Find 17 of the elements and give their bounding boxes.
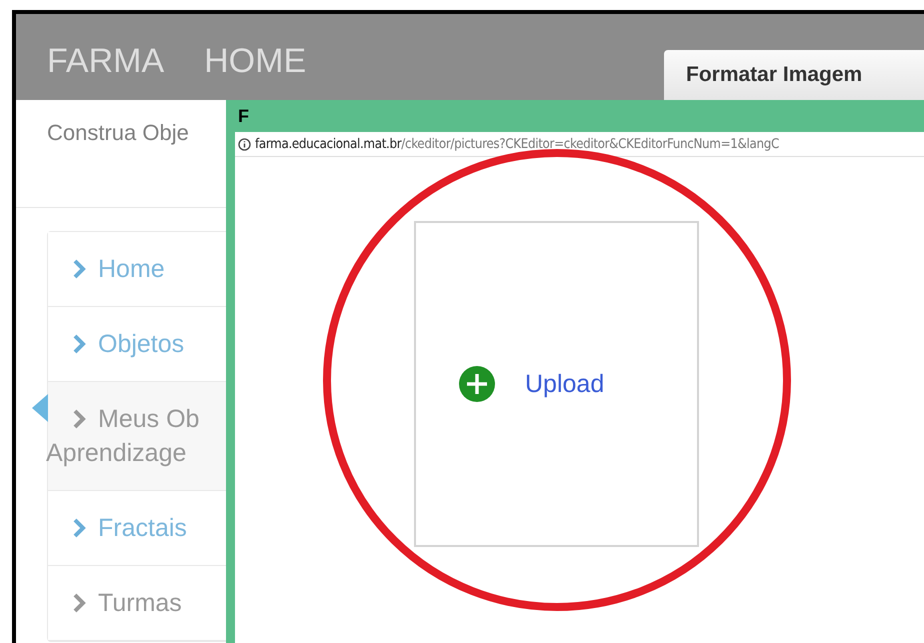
home-link[interactable]: HOME — [204, 42, 306, 81]
popup-title: F — [238, 106, 249, 126]
page-subtitle: Construa Obje — [47, 120, 189, 145]
chevron-icon — [72, 518, 86, 538]
page-url: farma.educacional.mat.br/ckeditor/pictures?CKEditor=ckeditor&CKEditorFuncNum=1&langC — [255, 136, 779, 152]
address-bar[interactable]: farma.educacional.mat.br/ckeditor/pictures?CKEditor=ckeditor&CKEditorFuncNum=1&langC — [235, 132, 924, 157]
site-logo[interactable]: FARMA — [47, 42, 164, 81]
plus-icon — [459, 366, 495, 402]
chevron-icon — [72, 334, 86, 354]
upload-link[interactable]: Upload — [525, 370, 604, 398]
info-icon — [238, 138, 251, 150]
format-image-tab[interactable]: Formatar Imagem — [664, 50, 924, 100]
active-pointer-icon — [32, 394, 48, 422]
chevron-icon — [72, 259, 86, 279]
chevron-icon — [72, 593, 86, 613]
chevron-icon — [72, 409, 86, 429]
upload-area[interactable]: Upload — [414, 221, 699, 547]
